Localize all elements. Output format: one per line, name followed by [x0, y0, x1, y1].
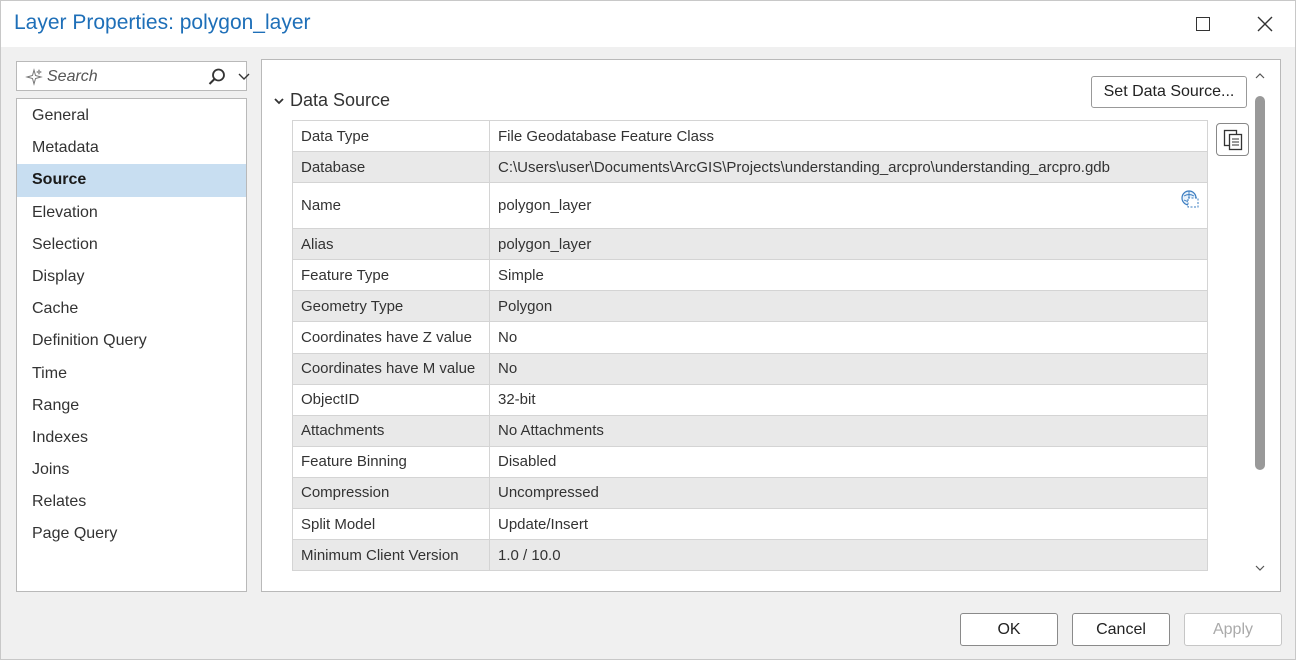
scroll-down-icon[interactable]	[1254, 562, 1266, 574]
table-row: Feature Type Simple	[292, 259, 1208, 292]
table-row: Split Model Update/Insert	[292, 508, 1208, 541]
nav-item-range[interactable]: Range	[17, 390, 246, 422]
table-row: Feature Binning Disabled	[292, 445, 1208, 478]
property-value: Simple	[489, 259, 1208, 292]
table-row: Geometry Type Polygon	[292, 290, 1208, 323]
property-key: ObjectID	[292, 383, 490, 416]
table-row: Data Type File Geodatabase Feature Class	[292, 119, 1208, 153]
property-key: Feature Type	[292, 259, 490, 292]
property-key: Attachments	[292, 414, 490, 447]
property-value: File Geodatabase Feature Class	[489, 119, 1208, 153]
table-row: Minimum Client Version 1.0 / 10.0	[292, 539, 1208, 572]
select-feature-class-icon[interactable]	[1179, 188, 1201, 210]
nav-item-definition-query[interactable]: Definition Query	[17, 325, 246, 357]
property-value: Uncompressed	[489, 476, 1208, 510]
search-input[interactable]	[47, 66, 197, 88]
nav-item-relates[interactable]: Relates	[17, 486, 246, 518]
table-row: Attachments No Attachments	[292, 414, 1208, 447]
property-key: Compression	[292, 476, 490, 510]
sparkle-icon	[25, 68, 43, 86]
nav-item-cache[interactable]: Cache	[17, 293, 246, 325]
property-key: Minimum Client Version	[292, 539, 490, 572]
property-value: Disabled	[489, 445, 1208, 478]
nav-item-indexes[interactable]: Indexes	[17, 422, 246, 454]
properties-panel: Data Source Set Data Source... Data Type…	[261, 59, 1281, 592]
property-key: Alias	[292, 228, 490, 261]
layer-properties-dialog: Layer Properties: polygon_layer GeneralM…	[0, 0, 1296, 660]
chevron-down-icon	[274, 97, 284, 104]
maximize-button[interactable]	[1173, 1, 1233, 47]
property-value: C:\Users\user\Documents\ArcGIS\Projects\…	[489, 151, 1208, 184]
property-key: Database	[292, 151, 490, 184]
nav-item-metadata[interactable]: Metadata	[17, 132, 246, 164]
property-value: polygon_layer	[489, 182, 1208, 230]
property-value: No	[489, 352, 1208, 385]
scrollbar-thumb[interactable]	[1255, 96, 1265, 470]
property-key: Split Model	[292, 508, 490, 541]
cancel-button[interactable]: Cancel	[1072, 613, 1170, 646]
maximize-icon	[1196, 17, 1210, 31]
data-source-section-header[interactable]: Data Source	[274, 90, 390, 111]
property-value: 1.0 / 10.0	[489, 539, 1208, 572]
property-key: Geometry Type	[292, 290, 490, 323]
chevron-down-icon[interactable]	[237, 69, 251, 83]
property-key: Coordinates have M value	[292, 352, 490, 385]
nav-item-display[interactable]: Display	[17, 261, 246, 293]
close-icon	[1257, 16, 1273, 32]
nav-item-selection[interactable]: Selection	[17, 229, 246, 261]
search-box	[16, 61, 250, 91]
property-value-text: polygon_layer	[498, 197, 592, 215]
dialog-title: Layer Properties: polygon_layer	[14, 11, 311, 34]
nav-item-joins[interactable]: Joins	[17, 454, 246, 486]
property-key: Data Type	[292, 119, 490, 153]
copy-icon	[1223, 129, 1242, 150]
table-row: Name polygon_layer	[292, 182, 1208, 230]
table-row: Compression Uncompressed	[292, 476, 1208, 510]
scroll-up-icon[interactable]	[1254, 70, 1266, 82]
table-row: Coordinates have M value No	[292, 352, 1208, 385]
nav-item-source[interactable]: Source	[17, 164, 246, 197]
set-data-source-button[interactable]: Set Data Source...	[1091, 76, 1247, 108]
data-source-table: Data Type File Geodatabase Feature Class D…	[292, 119, 1208, 572]
ok-button[interactable]: OK	[960, 613, 1058, 646]
property-key: Coordinates have Z value	[292, 321, 490, 354]
search-icon[interactable]	[207, 67, 227, 87]
section-title: Data Source	[290, 90, 391, 110]
nav-item-general[interactable]: General	[17, 100, 246, 132]
category-list: General Metadata Source Elevation Selection D…	[16, 98, 247, 592]
table-row: Coordinates have Z value No	[292, 321, 1208, 354]
copy-button[interactable]	[1216, 123, 1249, 156]
property-value: No	[489, 321, 1208, 354]
nav-item-time[interactable]: Time	[17, 358, 246, 390]
title-bar: Layer Properties: polygon_layer	[1, 1, 1295, 47]
table-row: ObjectID 32-bit	[292, 383, 1208, 416]
property-value: Update/Insert	[489, 508, 1208, 541]
vertical-scrollbar[interactable]	[1252, 68, 1272, 580]
property-key: Name	[292, 182, 490, 230]
property-value: polygon_layer	[489, 228, 1208, 261]
property-value: No Attachments	[489, 414, 1208, 447]
nav-item-elevation[interactable]: Elevation	[17, 197, 246, 229]
table-row: Database C:\Users\user\Documents\ArcGIS\P…	[292, 151, 1208, 184]
table-row: Alias polygon_layer	[292, 228, 1208, 261]
nav-item-page-query[interactable]: Page Query	[17, 518, 246, 550]
property-value: 32-bit	[489, 383, 1208, 416]
property-key: Feature Binning	[292, 445, 490, 478]
close-button[interactable]	[1235, 1, 1295, 47]
property-value: Polygon	[489, 290, 1208, 323]
apply-button[interactable]: Apply	[1184, 613, 1282, 646]
